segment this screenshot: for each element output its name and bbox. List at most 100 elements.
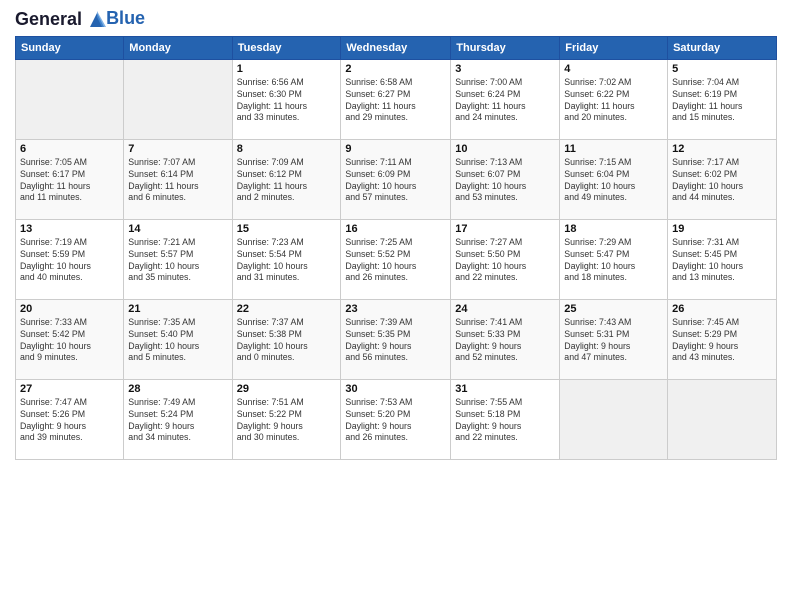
day-info: Sunrise: 7:04 AM Sunset: 6:19 PM Dayligh… xyxy=(672,77,772,125)
calendar-cell: 7Sunrise: 7:07 AM Sunset: 6:14 PM Daylig… xyxy=(124,139,232,219)
day-number: 14 xyxy=(128,223,227,235)
weekday-header: Wednesday xyxy=(341,36,451,59)
day-number: 6 xyxy=(20,143,119,155)
day-number: 13 xyxy=(20,223,119,235)
calendar-week-row: 13 Sunrise: 7:19 AM Sunset: 5:59 PM Dayli… xyxy=(16,219,777,299)
day-number: 4 xyxy=(564,63,663,75)
day-number: 17 xyxy=(455,223,555,235)
calendar-cell: 10 Sunrise: 7:13 AM Sunset: 6:07 PM Dayli… xyxy=(451,139,560,219)
day-number: 24 xyxy=(455,303,555,315)
day-number: 18 xyxy=(564,223,663,235)
calendar-week-row: 6 Sunrise: 7:05 AM Sunset: 6:17 PM Daylig… xyxy=(16,139,777,219)
day-number: 11 xyxy=(564,143,663,155)
day-number: 29 xyxy=(237,383,337,395)
calendar-cell: 5 Sunrise: 7:04 AM Sunset: 6:19 PM Daylig… xyxy=(668,59,777,139)
calendar-cell: 19Sunrise: 7:31 AM Sunset: 5:45 PM Dayli… xyxy=(668,219,777,299)
day-info: Sunrise: 7:53 AM Sunset: 5:20 PM Dayligh… xyxy=(345,397,446,445)
calendar-cell xyxy=(560,379,668,459)
calendar-cell: 11 Sunrise: 7:15 AM Sunset: 6:04 PM Dayli… xyxy=(560,139,668,219)
day-info: Sunrise: 7:11 AM Sunset: 6:09 PM Dayligh… xyxy=(345,157,446,205)
weekday-header: Thursday xyxy=(451,36,560,59)
day-info: Sunrise: 7:13 AM Sunset: 6:07 PM Dayligh… xyxy=(455,157,555,205)
day-number: 30 xyxy=(345,383,446,395)
page: General Blue SundayMondayTuesdayWednesda… xyxy=(0,0,792,612)
day-number: 25 xyxy=(564,303,663,315)
calendar-cell: 13 Sunrise: 7:19 AM Sunset: 5:59 PM Dayli… xyxy=(16,219,124,299)
day-number: 2 xyxy=(345,63,446,75)
day-info: Sunrise: 7:02 AM Sunset: 6:22 PM Dayligh… xyxy=(564,77,663,125)
logo-text: General Blue xyxy=(15,10,145,30)
day-info: Sunrise: 7:41 AM Sunset: 5:33 PM Dayligh… xyxy=(455,317,555,365)
day-number: 22 xyxy=(237,303,337,315)
day-info: Sunrise: 7:47 AM Sunset: 5:26 PM Dayligh… xyxy=(20,397,119,445)
calendar-cell: 4 Sunrise: 7:02 AM Sunset: 6:22 PM Daylig… xyxy=(560,59,668,139)
calendar-table: SundayMondayTuesdayWednesdayThursdayFrid… xyxy=(15,36,777,460)
day-info: Sunrise: 7:49 AM Sunset: 5:24 PM Dayligh… xyxy=(128,397,227,445)
day-number: 26 xyxy=(672,303,772,315)
day-info: Sunrise: 7:21 AM Sunset: 5:57 PM Dayligh… xyxy=(128,237,227,285)
day-number: 10 xyxy=(455,143,555,155)
calendar-cell: 14 Sunrise: 7:21 AM Sunset: 5:57 PM Dayli… xyxy=(124,219,232,299)
day-number: 8 xyxy=(237,143,337,155)
day-number: 20 xyxy=(20,303,119,315)
calendar-body: 1 Sunrise: 6:56 AM Sunset: 6:30 PM Daylig… xyxy=(16,59,777,459)
day-info: Sunrise: 7:15 AM Sunset: 6:04 PM Dayligh… xyxy=(564,157,663,205)
calendar-cell xyxy=(668,379,777,459)
calendar-week-row: 27 Sunrise: 7:47 AM Sunset: 5:26 PM Dayli… xyxy=(16,379,777,459)
calendar-cell: 24 Sunrise: 7:41 AM Sunset: 5:33 PM Dayli… xyxy=(451,299,560,379)
calendar-cell: 18 Sunrise: 7:29 AM Sunset: 5:47 PM Dayli… xyxy=(560,219,668,299)
day-info: Sunrise: 7:05 AM Sunset: 6:17 PM Dayligh… xyxy=(20,157,119,205)
calendar-cell xyxy=(124,59,232,139)
day-number: 1 xyxy=(237,63,337,75)
day-number: 12 xyxy=(672,143,772,155)
calendar-header: SundayMondayTuesdayWednesdayThursdayFrid… xyxy=(16,36,777,59)
day-info: Sunrise: 7:27 AM Sunset: 5:50 PM Dayligh… xyxy=(455,237,555,285)
logo-blue: Blue xyxy=(106,9,145,29)
day-info: Sunrise: 7:25 AM Sunset: 5:52 PM Dayligh… xyxy=(345,237,446,285)
day-info: Sunrise: 7:51 AM Sunset: 5:22 PM Dayligh… xyxy=(237,397,337,445)
weekday-row: SundayMondayTuesdayWednesdayThursdayFrid… xyxy=(16,36,777,59)
day-info: Sunrise: 7:19 AM Sunset: 5:59 PM Dayligh… xyxy=(20,237,119,285)
calendar-cell xyxy=(16,59,124,139)
day-info: Sunrise: 7:33 AM Sunset: 5:42 PM Dayligh… xyxy=(20,317,119,365)
calendar-cell: 2 Sunrise: 6:58 AM Sunset: 6:27 PM Daylig… xyxy=(341,59,451,139)
logo-icon xyxy=(88,11,106,29)
day-number: 21 xyxy=(128,303,227,315)
logo: General Blue xyxy=(15,10,145,30)
calendar-cell: 8 Sunrise: 7:09 AM Sunset: 6:12 PM Daylig… xyxy=(232,139,341,219)
day-number: 28 xyxy=(128,383,227,395)
day-number: 9 xyxy=(345,143,446,155)
day-info: Sunrise: 6:56 AM Sunset: 6:30 PM Dayligh… xyxy=(237,77,337,125)
calendar-cell: 28 Sunrise: 7:49 AM Sunset: 5:24 PM Dayli… xyxy=(124,379,232,459)
day-info: Sunrise: 7:29 AM Sunset: 5:47 PM Dayligh… xyxy=(564,237,663,285)
day-number: 7 xyxy=(128,143,227,155)
weekday-header: Sunday xyxy=(16,36,124,59)
calendar-cell: 6 Sunrise: 7:05 AM Sunset: 6:17 PM Daylig… xyxy=(16,139,124,219)
calendar-week-row: 20 Sunrise: 7:33 AM Sunset: 5:42 PM Dayli… xyxy=(16,299,777,379)
weekday-header: Monday xyxy=(124,36,232,59)
day-number: 5 xyxy=(672,63,772,75)
day-info: Sunrise: 6:58 AM Sunset: 6:27 PM Dayligh… xyxy=(345,77,446,125)
day-info: Sunrise: 7:23 AM Sunset: 5:54 PM Dayligh… xyxy=(237,237,337,285)
calendar-cell: 22Sunrise: 7:37 AM Sunset: 5:38 PM Dayli… xyxy=(232,299,341,379)
day-info: Sunrise: 7:09 AM Sunset: 6:12 PM Dayligh… xyxy=(237,157,337,205)
day-number: 27 xyxy=(20,383,119,395)
calendar-cell: 3Sunrise: 7:00 AM Sunset: 6:24 PM Daylig… xyxy=(451,59,560,139)
day-info: Sunrise: 7:39 AM Sunset: 5:35 PM Dayligh… xyxy=(345,317,446,365)
weekday-header: Saturday xyxy=(668,36,777,59)
day-number: 19 xyxy=(672,223,772,235)
day-number: 23 xyxy=(345,303,446,315)
calendar-cell: 12Sunrise: 7:17 AM Sunset: 6:02 PM Dayli… xyxy=(668,139,777,219)
day-number: 31 xyxy=(455,383,555,395)
logo-general: General xyxy=(15,9,82,29)
calendar-cell: 9 Sunrise: 7:11 AM Sunset: 6:09 PM Daylig… xyxy=(341,139,451,219)
day-info: Sunrise: 7:55 AM Sunset: 5:18 PM Dayligh… xyxy=(455,397,555,445)
calendar-cell: 21 Sunrise: 7:35 AM Sunset: 5:40 PM Dayli… xyxy=(124,299,232,379)
calendar-cell: 31 Sunrise: 7:55 AM Sunset: 5:18 PM Dayli… xyxy=(451,379,560,459)
calendar-cell: 20 Sunrise: 7:33 AM Sunset: 5:42 PM Dayli… xyxy=(16,299,124,379)
day-number: 16 xyxy=(345,223,446,235)
calendar-week-row: 1 Sunrise: 6:56 AM Sunset: 6:30 PM Daylig… xyxy=(16,59,777,139)
calendar-cell: 29 Sunrise: 7:51 AM Sunset: 5:22 PM Dayli… xyxy=(232,379,341,459)
day-info: Sunrise: 7:35 AM Sunset: 5:40 PM Dayligh… xyxy=(128,317,227,365)
calendar-cell: 25Sunrise: 7:43 AM Sunset: 5:31 PM Dayli… xyxy=(560,299,668,379)
